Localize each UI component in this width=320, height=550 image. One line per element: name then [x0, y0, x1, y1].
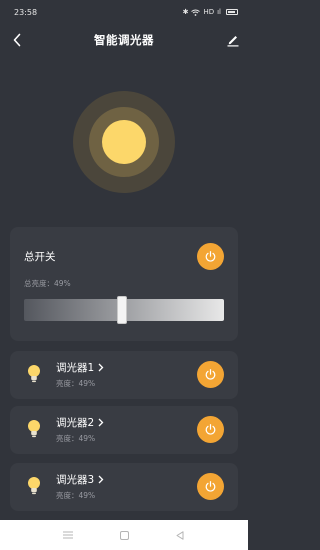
bulb-icon — [28, 420, 40, 438]
dimmer-card-1[interactable]: 调光器1 亮度：49% — [10, 351, 238, 399]
chevron-right-icon — [98, 418, 104, 427]
menu-icon — [63, 531, 73, 539]
wifi-icon — [191, 9, 201, 16]
master-switch-card: 总开关 总亮度：49% — [10, 227, 238, 341]
back-chevron-icon — [13, 33, 21, 47]
signal-icon: ıl — [217, 8, 221, 16]
status-time: 23:58 — [14, 7, 38, 17]
home-square-icon — [119, 530, 129, 540]
dimmer-name-label: 调光器2 — [56, 417, 95, 429]
bulb-light-icon — [102, 120, 146, 164]
page-title: 智能调光器 — [94, 33, 154, 47]
power-icon — [205, 424, 216, 435]
dimmer-power-button[interactable] — [197, 361, 224, 388]
edit-button[interactable] — [224, 30, 242, 50]
master-power-button[interactable] — [197, 243, 224, 270]
chevron-right-icon — [98, 363, 104, 372]
master-brightness-text: 总亮度：49% — [24, 279, 71, 288]
power-icon — [205, 251, 216, 262]
status-bar: 23:58 ✱ HD ıl — [0, 0, 248, 24]
dimmer-brightness-text: 亮度：49% — [56, 379, 96, 388]
home-button[interactable] — [116, 527, 132, 543]
status-icons: ✱ HD ıl — [183, 8, 238, 16]
chevron-right-icon — [98, 475, 104, 484]
back-button[interactable] — [8, 30, 26, 50]
bulb-icon — [28, 477, 40, 495]
system-back-button[interactable] — [172, 527, 188, 543]
bulb-glow-mid — [89, 107, 159, 177]
power-icon — [205, 481, 216, 492]
network-type: HD — [203, 8, 215, 16]
bulb-glow-outer — [73, 91, 175, 193]
master-switch-label: 总开关 — [24, 251, 56, 263]
dimmer-card-2[interactable]: 调光器2 亮度：49% — [10, 406, 238, 454]
dimmer-brightness-text: 亮度：49% — [56, 434, 96, 443]
dimmer-name-label: 调光器3 — [56, 474, 95, 486]
battery-icon — [226, 9, 238, 15]
power-icon — [205, 369, 216, 380]
dimmer-card-3[interactable]: 调光器3 亮度：49% — [10, 463, 238, 511]
dimmer-power-button[interactable] — [197, 473, 224, 500]
dimmer-name[interactable]: 调光器1 — [56, 360, 104, 375]
dimmer-power-button[interactable] — [197, 416, 224, 443]
menu-button[interactable] — [60, 527, 76, 543]
dimmer-name-label: 调光器1 — [56, 362, 95, 374]
slider-thumb[interactable] — [117, 296, 127, 324]
back-triangle-icon — [176, 530, 184, 540]
dimmer-name[interactable]: 调光器2 — [56, 415, 104, 430]
bulb-icon — [28, 365, 40, 383]
brightness-slider[interactable] — [24, 296, 224, 324]
edit-pencil-icon — [227, 36, 239, 47]
dimmer-name[interactable]: 调光器3 — [56, 472, 104, 487]
dimmer-brightness-text: 亮度：49% — [56, 491, 96, 500]
system-nav-bar — [0, 520, 248, 550]
bluetooth-icon: ✱ — [182, 8, 189, 16]
nav-bar: 智能调光器 — [0, 26, 248, 54]
